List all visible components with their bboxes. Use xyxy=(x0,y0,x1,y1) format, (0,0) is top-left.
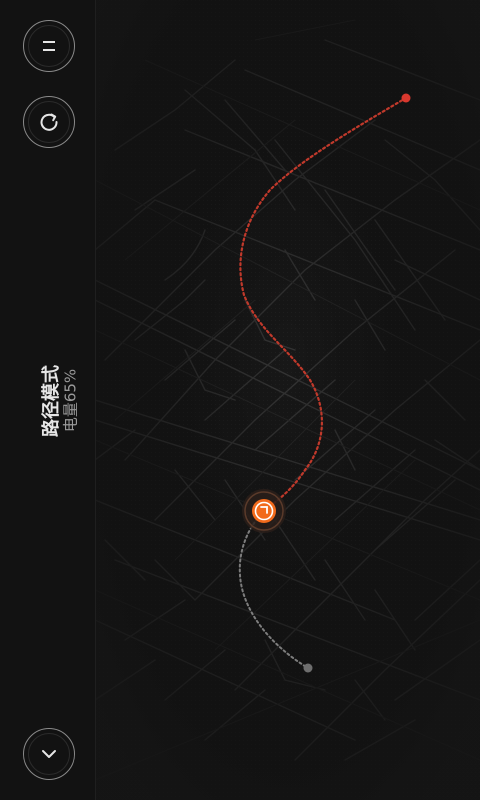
refresh-icon xyxy=(40,113,58,131)
sidebar: 路径模式 电量65% xyxy=(0,0,96,800)
menu-button[interactable] xyxy=(23,20,75,72)
chevron-down-icon xyxy=(42,750,56,758)
route-completed-path xyxy=(239,96,408,513)
status-block: 路径模式 电量65% xyxy=(28,362,80,438)
robot-marker-icon[interactable] xyxy=(242,489,286,533)
battery-status: 电量65% xyxy=(61,368,80,433)
route-pending-path xyxy=(238,510,309,669)
app-root: 路径模式 电量65% xyxy=(0,0,480,800)
route-end-point[interactable] xyxy=(401,93,411,103)
route-start-point[interactable] xyxy=(303,663,313,673)
refresh-button[interactable] xyxy=(23,96,75,148)
collapse-button[interactable] xyxy=(23,728,75,780)
menu-icon xyxy=(43,41,55,51)
